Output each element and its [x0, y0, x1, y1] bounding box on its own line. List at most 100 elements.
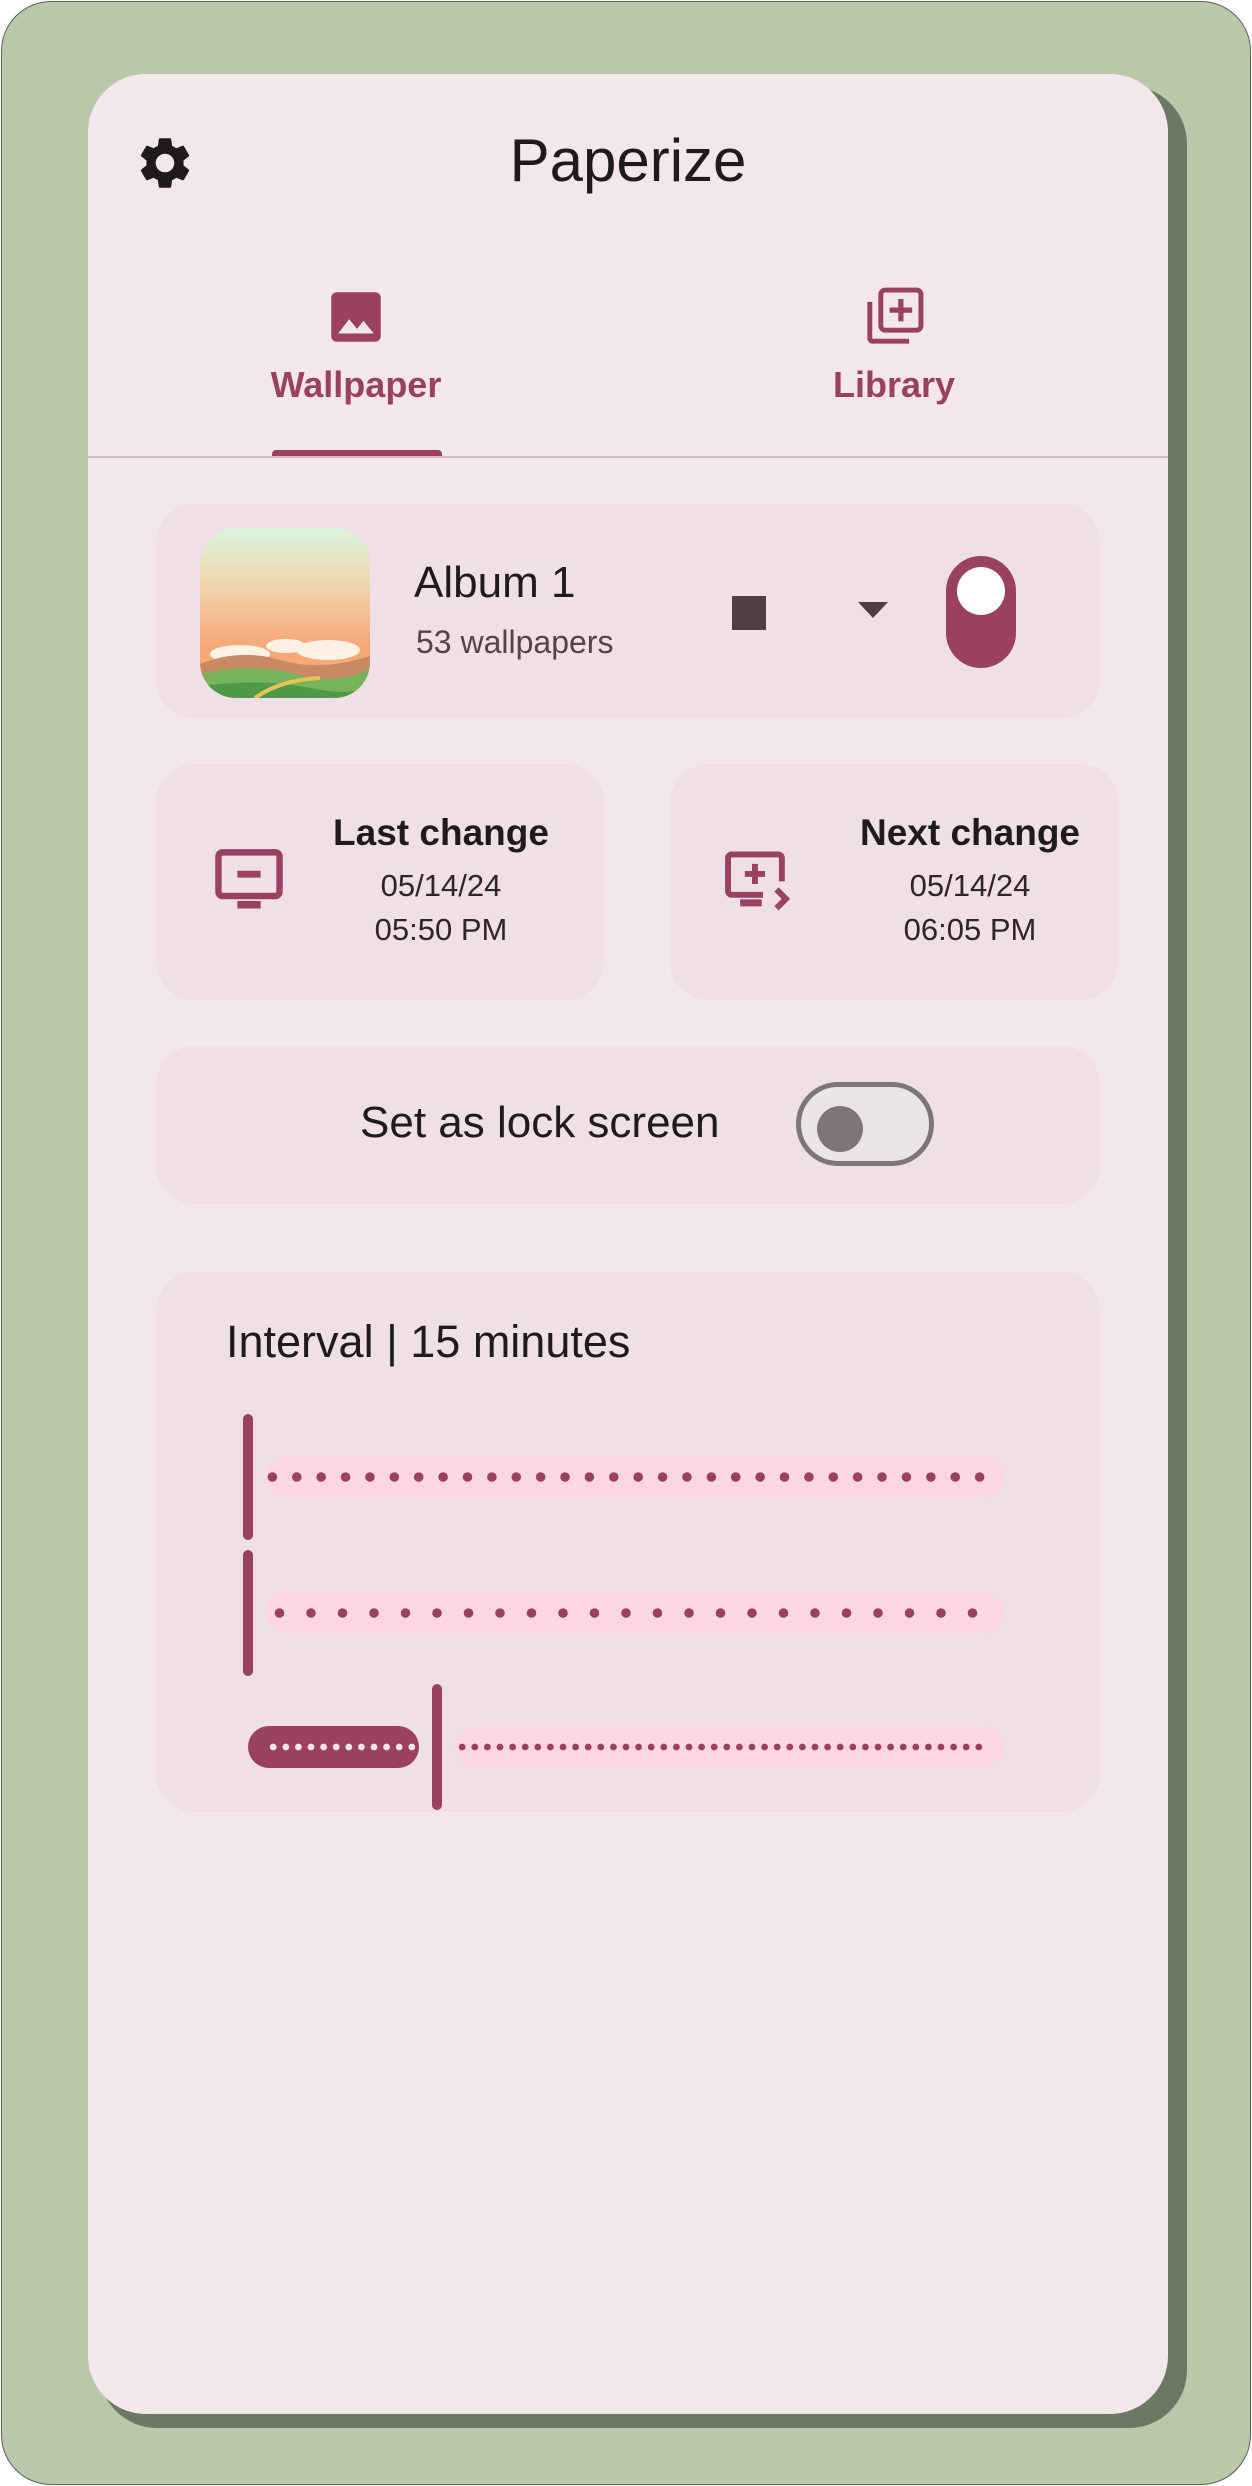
- slider-step-tick: [400, 1608, 411, 1618]
- slider-step-tick: [597, 1743, 605, 1751]
- days-slider[interactable]: [236, 1412, 1016, 1542]
- slider-step-tick: [901, 1472, 912, 1482]
- slider-step-tick: [295, 1743, 302, 1751]
- slider-step-tick: [804, 1472, 814, 1482]
- slider-step-tick: [904, 1608, 915, 1618]
- slider-step-tick: [413, 1472, 424, 1482]
- slider-step-tick: [950, 1472, 961, 1482]
- slider-step-tick: [974, 1472, 985, 1482]
- last-change-date: 05/14/24: [380, 868, 502, 903]
- slider-step-tick: [841, 1608, 852, 1618]
- interval-title: Interval | 15 minutes: [226, 1316, 631, 1367]
- tab-library-label: Library: [832, 364, 956, 405]
- slider-step-tick: [332, 1743, 340, 1751]
- slider-step-tick: [395, 1743, 403, 1751]
- slider-step-tick: [534, 1743, 542, 1751]
- slider-step-tick: [862, 1743, 869, 1751]
- slider-step-tick: [912, 1743, 920, 1751]
- lock-screen-card: Set as lock screen: [156, 1046, 1100, 1204]
- slider-step-tick: [340, 1472, 351, 1482]
- slider-thumb: [432, 1684, 442, 1810]
- slider-step-tick: [408, 1743, 416, 1751]
- app-title: Paperize: [509, 127, 747, 194]
- slider-step-tick: [635, 1743, 642, 1751]
- slider-step-tick: [962, 1743, 970, 1751]
- next-change-title: Next change: [859, 812, 1080, 853]
- slider-step-tick: [684, 1608, 694, 1618]
- slider-step-tick: [660, 1743, 668, 1751]
- slider-step-tick: [682, 1472, 692, 1482]
- slider-step-tick: [657, 1472, 668, 1482]
- hours-slider[interactable]: [236, 1548, 1016, 1678]
- slider-step-tick: [773, 1743, 781, 1751]
- slider-step-tick: [874, 1743, 882, 1751]
- slider-step-tick: [747, 1608, 757, 1618]
- slider-step-tick: [799, 1743, 806, 1751]
- slider-step-tick: [560, 1472, 570, 1482]
- slider-step-tick: [975, 1743, 983, 1751]
- slider-step-tick: [967, 1608, 978, 1618]
- tab-wallpaper[interactable]: Wallpaper: [246, 284, 466, 406]
- slider-step-tick: [824, 1743, 831, 1751]
- slider-step-tick: [811, 1743, 819, 1751]
- slider-step-tick: [484, 1743, 491, 1751]
- last-change-time: 05:50 PM: [374, 912, 508, 947]
- slider-step-tick: [306, 1608, 316, 1618]
- slider-step-tick: [282, 1743, 290, 1751]
- slider-step-tick: [471, 1743, 479, 1751]
- stop-icon[interactable]: [732, 596, 766, 630]
- slider-step-tick: [622, 1743, 630, 1751]
- dropdown-arrow-icon[interactable]: [858, 602, 888, 618]
- interval-card: Interval | 15 minutes: [156, 1272, 1100, 1812]
- slider-step-tick: [936, 1608, 946, 1618]
- slider-step-tick: [633, 1472, 643, 1482]
- slider-step-tick: [320, 1743, 327, 1751]
- slider-step-tick: [736, 1743, 743, 1751]
- slider-step-tick: [899, 1743, 907, 1751]
- slider-step-tick: [810, 1608, 820, 1618]
- slider-step-tick: [647, 1743, 655, 1751]
- slider-step-tick: [383, 1743, 390, 1751]
- slider-step-tick: [873, 1608, 883, 1618]
- tab-wallpaper-label: Wallpaper: [270, 364, 442, 405]
- slider-step-tick: [925, 1743, 932, 1751]
- slider-step-tick: [438, 1472, 448, 1482]
- slider-step-tick: [365, 1472, 375, 1482]
- slider-step-tick: [535, 1472, 546, 1482]
- slider-step-tick: [316, 1472, 326, 1482]
- slider-step-tick: [652, 1608, 663, 1618]
- slider-step-tick: [926, 1472, 936, 1482]
- toggle-knob: [957, 567, 1005, 615]
- slider-step-tick: [307, 1743, 315, 1751]
- slider-step-tick: [937, 1743, 945, 1751]
- slider-step-tick: [609, 1472, 619, 1482]
- album-enable-toggle[interactable]: [946, 556, 1016, 668]
- slider-step-tick: [458, 1743, 466, 1751]
- slider-step-tick: [345, 1743, 353, 1751]
- slider-step-tick: [950, 1743, 957, 1751]
- minutes-slider[interactable]: [236, 1682, 1016, 1812]
- slider-step-tick: [779, 1472, 790, 1482]
- toggle-knob: [817, 1106, 863, 1152]
- app-screen: Paperize Wallpaper Library Album 1 53 wa…: [88, 74, 1168, 2414]
- last-change-title: Last change: [333, 812, 549, 853]
- slider-step-tick: [621, 1608, 631, 1618]
- slider-step-tick: [877, 1472, 887, 1482]
- slider-step-tick: [852, 1472, 863, 1482]
- image-icon: [331, 292, 381, 342]
- slider-step-tick: [274, 1608, 285, 1618]
- slider-step-tick: [462, 1472, 473, 1482]
- slider-step-tick: [685, 1743, 693, 1751]
- slider-step-tick: [358, 1743, 365, 1751]
- slider-step-tick: [269, 1743, 277, 1751]
- lock-screen-toggle[interactable]: [796, 1082, 934, 1166]
- tab-library[interactable]: Library: [784, 284, 1004, 406]
- slider-step-tick: [584, 1743, 592, 1751]
- album-card[interactable]: Album 1 53 wallpapers: [156, 504, 1100, 718]
- last-change-card: Last change 05/14/24 05:50 PM: [156, 764, 604, 1000]
- slider-step-tick: [723, 1743, 731, 1751]
- slider-step-tick: [584, 1472, 595, 1482]
- monitor-remove-icon: [215, 849, 283, 909]
- album-thumbnail: [200, 528, 370, 698]
- slider-step-tick: [710, 1743, 718, 1751]
